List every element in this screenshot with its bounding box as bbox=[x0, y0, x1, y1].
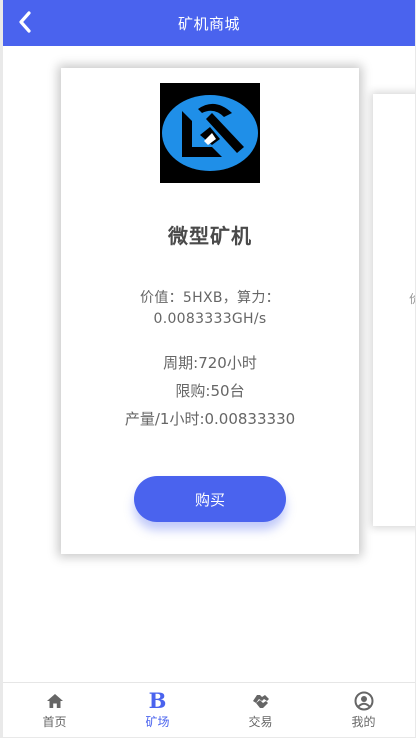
product-output: 产量/1小时:0.00833330 bbox=[124, 410, 296, 428]
next-product-card[interactable]: 价值 bbox=[373, 94, 415, 526]
buy-button[interactable]: 购买 bbox=[134, 476, 286, 522]
app-root: 矿机商城 价值 微型矿机 价值：5HXB，算力： 0.0083333GH/s bbox=[0, 0, 416, 738]
tab-profile[interactable]: 我的 bbox=[312, 683, 415, 737]
tab-home[interactable]: 首页 bbox=[3, 683, 106, 737]
bottom-tab-bar: 首页 B 矿场 交易 我的 bbox=[3, 682, 415, 737]
product-logo bbox=[160, 83, 260, 183]
b-icon: B bbox=[148, 688, 167, 713]
product-limit: 限购:50台 bbox=[175, 382, 245, 400]
home-icon bbox=[45, 691, 65, 711]
product-carousel[interactable]: 价值 微型矿机 价值：5HXB，算力： 0.0083333GH/s 周期:720… bbox=[3, 46, 415, 676]
chevron-left-icon bbox=[19, 11, 31, 33]
pickaxe-hammer-logo-icon bbox=[162, 95, 258, 171]
page-title: 矿机商城 bbox=[177, 14, 240, 33]
header-bar: 矿机商城 bbox=[3, 0, 415, 46]
product-value-line2: 0.0083333GH/s bbox=[153, 311, 267, 327]
back-button[interactable] bbox=[13, 9, 37, 35]
tab-trade[interactable]: 交易 bbox=[209, 683, 312, 737]
next-card-peek-text: 价值 bbox=[409, 290, 415, 307]
product-name: 微型矿机 bbox=[168, 224, 252, 248]
user-icon bbox=[354, 691, 374, 711]
tab-mine-field[interactable]: B 矿场 bbox=[106, 683, 209, 737]
product-period: 周期:720小时 bbox=[163, 354, 257, 372]
tab-profile-label: 我的 bbox=[351, 715, 376, 729]
tab-home-label: 首页 bbox=[42, 715, 67, 729]
product-value-line1: 价值：5HXB，算力： bbox=[140, 290, 280, 306]
tab-mine-field-label: 矿场 bbox=[145, 715, 170, 729]
handshake-icon bbox=[251, 691, 271, 711]
tab-trade-label: 交易 bbox=[248, 715, 273, 729]
product-card: 微型矿机 价值：5HXB，算力： 0.0083333GH/s 周期:720小时 … bbox=[61, 68, 359, 554]
